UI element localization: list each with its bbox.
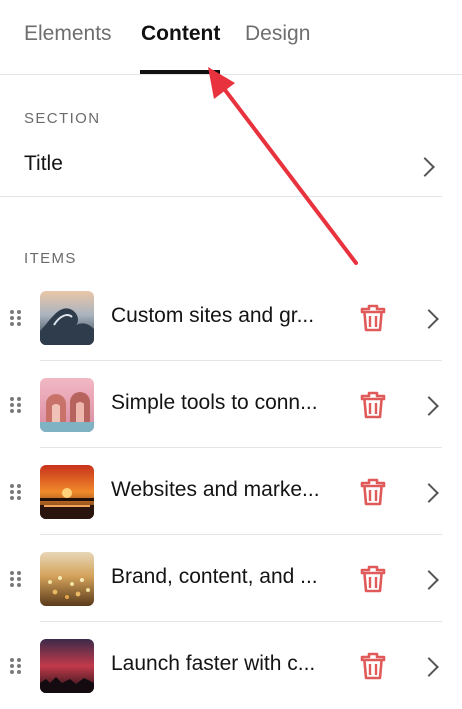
list-item[interactable]: Websites and marke... <box>0 448 442 535</box>
section-heading: SECTION <box>24 110 101 127</box>
list-item[interactable]: Simple tools to conn... <box>0 361 442 448</box>
item-label: Brand, content, and ... <box>111 565 318 588</box>
active-tab-indicator <box>140 70 220 74</box>
tab-content[interactable]: Content <box>141 20 220 48</box>
wildflower-field-thumbnail <box>40 552 94 606</box>
trash-icon[interactable] <box>360 565 386 593</box>
drag-handle-icon[interactable] <box>10 397 22 413</box>
drag-handle-icon[interactable] <box>10 310 22 326</box>
trash-icon[interactable] <box>360 652 386 680</box>
pink-arches-thumbnail <box>40 378 94 432</box>
trash-icon[interactable] <box>360 478 386 506</box>
chevron-right-icon <box>419 309 439 329</box>
tab-bar: Elements Content Design <box>0 0 462 75</box>
tab-design[interactable]: Design <box>245 20 310 48</box>
chevron-right-icon <box>419 570 439 590</box>
items-heading: ITEMS <box>24 250 77 267</box>
item-label: Launch faster with c... <box>111 652 316 675</box>
drag-handle-icon[interactable] <box>10 484 22 500</box>
list-item[interactable]: Custom sites and gr... <box>0 274 442 361</box>
tab-elements[interactable]: Elements <box>24 20 112 48</box>
trash-icon[interactable] <box>360 391 386 419</box>
list-item[interactable]: Brand, content, and ... <box>0 535 442 622</box>
list-item[interactable]: Launch faster with c... <box>0 622 442 709</box>
drag-handle-icon[interactable] <box>10 658 22 674</box>
section-title-row[interactable]: Title <box>0 136 442 197</box>
trash-icon[interactable] <box>360 304 386 332</box>
chevron-right-icon <box>415 157 435 177</box>
orange-sunset-thumbnail <box>40 465 94 519</box>
ocean-wave-thumbnail <box>40 291 94 345</box>
item-label: Websites and marke... <box>111 478 320 501</box>
chevron-right-icon <box>419 396 439 416</box>
item-label: Custom sites and gr... <box>111 304 315 327</box>
red-dusk-sky-thumbnail <box>40 639 94 693</box>
title-row-label: Title <box>24 152 63 175</box>
item-label: Simple tools to conn... <box>111 391 318 414</box>
chevron-right-icon <box>419 483 439 503</box>
drag-handle-icon[interactable] <box>10 571 22 587</box>
chevron-right-icon <box>419 657 439 677</box>
